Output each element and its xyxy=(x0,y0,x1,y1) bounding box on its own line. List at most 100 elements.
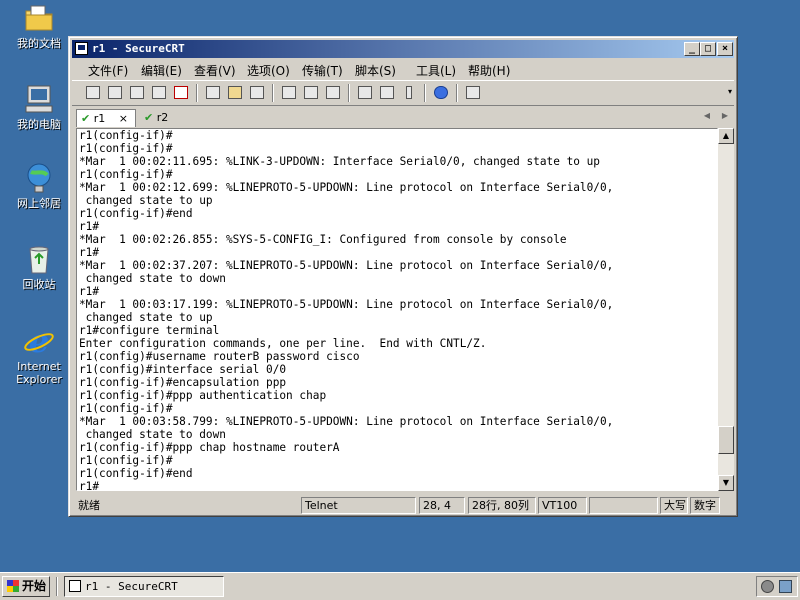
menu-file[interactable]: 文件(F) xyxy=(88,62,128,79)
terminal-line: r1(config-if)# xyxy=(79,129,173,142)
terminal-output[interactable]: r1(config-if)# r1(config-if)# *Mar 1 00:02… xyxy=(76,128,718,491)
desktop-icon-my-computer[interactable]: 我的电脑 xyxy=(8,83,70,131)
terminal-line: *Mar 1 00:02:26.855: %SYS-5-CONFIG_I: Co… xyxy=(79,233,567,246)
terminal-line: r1(config)#interface serial 0/0 xyxy=(79,363,287,376)
terminal-line: r1(config)#username routerB password cis… xyxy=(79,350,360,363)
terminal-line: changed state to down xyxy=(79,272,226,285)
desktop-icon-label: 网上邻居 xyxy=(17,197,61,210)
start-button[interactable]: 开始 xyxy=(2,576,50,597)
desktop-icon-internet-explorer[interactable]: e Internet Explorer xyxy=(8,322,70,386)
scroll-thumb[interactable] xyxy=(718,425,734,454)
scroll-up-button[interactable]: ▲ xyxy=(718,128,734,144)
tab-label: r2 xyxy=(156,111,169,124)
maximize-button[interactable]: □ xyxy=(700,42,716,56)
terminal-line: r1#configure terminal xyxy=(79,324,220,337)
terminal-line: *Mar 1 00:03:58.799: %LINEPROTO-5-UPDOWN… xyxy=(79,415,614,428)
status-emulation: VT100 xyxy=(538,497,587,514)
toolbar-overflow-icon[interactable]: ▾ xyxy=(728,87,732,96)
recycle-bin-icon xyxy=(23,243,55,275)
minimize-button[interactable]: _ xyxy=(684,42,700,56)
terminal-line: Enter configuration commands, one per li… xyxy=(79,337,487,350)
terminal-line: r1# xyxy=(79,480,100,491)
terminal-scrollbar[interactable]: ▲ ▼ xyxy=(718,128,734,491)
session-options-icon[interactable] xyxy=(356,84,374,101)
terminal-line: r1(config-if)#end xyxy=(79,467,193,480)
help-icon[interactable] xyxy=(432,84,450,101)
status-bar: 就绪 Telnet 28, 4 28行, 80列 VT100 大写 数字 xyxy=(72,496,734,515)
menu-view[interactable]: 查看(V) xyxy=(194,62,236,79)
menu-script[interactable]: 脚本(S) xyxy=(355,62,396,79)
terminal-line: r1(config-if)# xyxy=(79,142,173,155)
copy-icon[interactable] xyxy=(204,84,222,101)
my-documents-folder-icon xyxy=(23,2,55,34)
terminal-line: *Mar 1 00:03:17.199: %LINEPROTO-5-UPDOWN… xyxy=(79,298,614,311)
desktop-icon-my-documents[interactable]: 我的文档 xyxy=(8,2,70,50)
desktop-icon-network-places[interactable]: 网上邻居 xyxy=(8,162,70,210)
terminal-line: r1(config-if)# xyxy=(79,168,173,181)
terminal-line: r1(config-if)# xyxy=(79,454,173,467)
scroll-down-button[interactable]: ▼ xyxy=(718,475,734,491)
menu-transfer[interactable]: 传输(T) xyxy=(302,62,343,79)
tab-close-icon[interactable]: × xyxy=(119,112,128,125)
status-ready: 就绪 xyxy=(78,499,100,512)
network-places-icon xyxy=(23,162,55,194)
network-icon[interactable] xyxy=(779,580,792,593)
close-button[interactable]: × xyxy=(717,42,733,56)
status-cursor-position: 28, 4 xyxy=(419,497,465,514)
menu-tools[interactable]: 工具(L) xyxy=(416,62,456,79)
window-titlebar[interactable]: r1 - SecureCRT _ □ × xyxy=(72,40,734,58)
tab-scroll-left-icon[interactable]: ◀ xyxy=(704,111,710,120)
toolbar-separator xyxy=(348,84,350,102)
start-label: 开始 xyxy=(22,579,47,593)
taskbar: 开始 r1 - SecureCRT xyxy=(0,572,800,600)
tab-r1[interactable]: ✔ r1 × xyxy=(76,109,136,127)
terminal-line: changed state to down xyxy=(79,428,226,441)
toolbar-separator xyxy=(456,84,458,102)
menu-help[interactable]: 帮助(H) xyxy=(468,62,510,79)
status-caps-lock: 大写 xyxy=(660,497,688,514)
connected-check-icon: ✔ xyxy=(81,112,91,125)
toolbar-separator xyxy=(424,84,426,102)
tab-scroll-right-icon[interactable]: ▶ xyxy=(722,111,728,120)
paste-icon[interactable] xyxy=(226,84,244,101)
disconnect-icon[interactable] xyxy=(172,84,190,101)
menu-edit[interactable]: 编辑(E) xyxy=(141,62,182,79)
status-num-lock: 数字 xyxy=(690,497,720,514)
quick-connect-icon[interactable] xyxy=(106,84,124,101)
menu-bar: 文件(F) 编辑(E) 查看(V) 选项(O) 传输(T) 脚本(S) 工具(L… xyxy=(72,59,734,79)
taskbar-button-securecrt[interactable]: r1 - SecureCRT xyxy=(64,576,224,597)
system-tray xyxy=(756,576,798,597)
toolbar: ▾ xyxy=(72,80,734,106)
toolbar-separator xyxy=(272,84,274,102)
terminal-line: r1(config-if)#end xyxy=(79,207,193,220)
terminal-line: *Mar 1 00:02:11.695: %LINK-3-UPDOWN: Int… xyxy=(79,155,600,168)
print-selection-icon[interactable] xyxy=(302,84,320,101)
tab-r2[interactable]: ✔ r2 xyxy=(140,109,180,127)
global-options-icon[interactable] xyxy=(378,84,396,101)
status-terminal-size: 28行, 80列 xyxy=(468,497,536,514)
status-protocol: Telnet xyxy=(301,497,416,514)
reconnect-icon[interactable] xyxy=(150,84,168,101)
print-setup-icon[interactable] xyxy=(324,84,342,101)
terminal-line: r1# xyxy=(79,220,100,233)
internet-explorer-icon: e xyxy=(23,322,55,360)
desktop-icon-recycle-bin[interactable]: 回收站 xyxy=(8,243,70,291)
print-icon[interactable] xyxy=(280,84,298,101)
connect-in-tab-icon[interactable] xyxy=(128,84,146,101)
terminal-line: r1(config-if)#ppp authentication chap xyxy=(79,389,327,402)
toolbar-separator xyxy=(196,84,198,102)
terminal-line: changed state to up xyxy=(79,194,213,207)
menu-options[interactable]: 选项(O) xyxy=(247,62,290,79)
about-icon[interactable] xyxy=(464,84,482,101)
desktop-icon-label: Internet Explorer xyxy=(16,360,62,386)
tab-label: r1 xyxy=(93,112,106,125)
connect-icon[interactable] xyxy=(84,84,102,101)
volume-icon[interactable] xyxy=(761,580,774,593)
terminal-line: r1(config-if)# xyxy=(79,402,173,415)
taskbar-separator xyxy=(56,577,58,596)
connected-check-icon: ✔ xyxy=(144,111,154,124)
keymap-icon[interactable] xyxy=(400,84,418,101)
terminal-line: *Mar 1 00:02:12.699: %LINEPROTO-5-UPDOWN… xyxy=(79,181,614,194)
find-icon[interactable] xyxy=(248,84,266,101)
securecrt-app-icon xyxy=(75,42,88,55)
